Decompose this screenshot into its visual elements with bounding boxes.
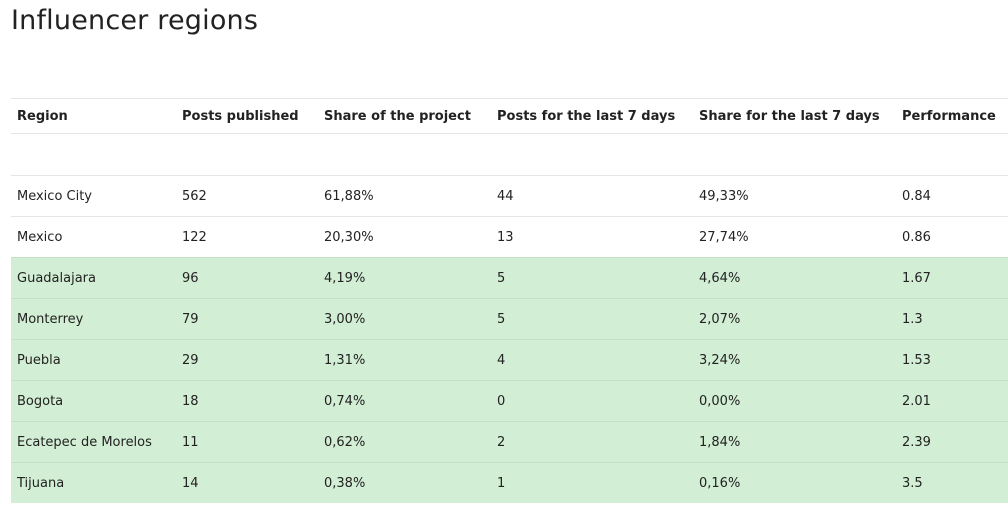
table-row: Mexico 122 20,30% 13 27,74% 0.86 — [11, 216, 1008, 257]
cell-share-of-project: 1,31% — [324, 352, 366, 368]
table-spacer-row — [11, 133, 1008, 175]
cell-performance: 1.67 — [902, 270, 931, 286]
column-header-posts-last-7-days[interactable]: Posts for the last 7 days — [497, 99, 675, 133]
cell-share-last-7-days: 3,24% — [699, 352, 741, 368]
table-row-highlighted: Monterrey 79 3,00% 5 2,07% 1.3 — [11, 298, 1008, 339]
cell-share-last-7-days: 27,74% — [699, 229, 749, 245]
cell-share-last-7-days: 1,84% — [699, 434, 741, 450]
cell-posts-last-7-days: 44 — [497, 188, 514, 204]
cell-performance: 0.84 — [902, 188, 931, 204]
column-header-share-of-project[interactable]: Share of the project — [324, 99, 471, 133]
cell-performance: 1.53 — [902, 352, 931, 368]
cell-posts-published: 29 — [182, 352, 199, 368]
table-row-highlighted: Tijuana 14 0,38% 1 0,16% 3.5 — [11, 462, 1008, 503]
cell-posts-published: 562 — [182, 188, 207, 204]
cell-region: Bogota — [17, 393, 64, 409]
cell-region: Monterrey — [17, 311, 84, 327]
cell-performance: 0.86 — [902, 229, 931, 245]
table-row-highlighted: Puebla 29 1,31% 4 3,24% 1.53 — [11, 339, 1008, 380]
page-title: Influencer regions — [11, 5, 259, 36]
cell-posts-last-7-days: 13 — [497, 229, 514, 245]
cell-share-of-project: 4,19% — [324, 270, 366, 286]
cell-share-of-project: 3,00% — [324, 311, 366, 327]
cell-region: Tijuana — [17, 475, 65, 491]
cell-share-of-project: 61,88% — [324, 188, 374, 204]
cell-posts-last-7-days: 1 — [497, 475, 506, 491]
cell-region: Mexico City — [17, 188, 93, 204]
cell-posts-published: 11 — [182, 434, 199, 450]
table-row-highlighted: Guadalajara 96 4,19% 5 4,64% 1.67 — [11, 257, 1008, 298]
column-header-performance[interactable]: Performance — [902, 99, 996, 133]
cell-posts-last-7-days: 5 — [497, 270, 506, 286]
cell-share-of-project: 0,74% — [324, 393, 366, 409]
cell-share-last-7-days: 4,64% — [699, 270, 741, 286]
cell-region: Mexico — [17, 229, 63, 245]
column-header-posts-published[interactable]: Posts published — [182, 99, 299, 133]
cell-share-last-7-days: 49,33% — [699, 188, 749, 204]
cell-share-last-7-days: 0,00% — [699, 393, 741, 409]
cell-posts-last-7-days: 2 — [497, 434, 506, 450]
cell-posts-published: 18 — [182, 393, 199, 409]
cell-region: Guadalajara — [17, 270, 96, 286]
cell-posts-last-7-days: 0 — [497, 393, 506, 409]
cell-region: Ecatepec de Morelos — [17, 434, 152, 450]
cell-posts-published: 14 — [182, 475, 199, 491]
table-header-row: Region Posts published Share of the proj… — [11, 98, 1008, 133]
cell-performance: 3.5 — [902, 475, 923, 491]
cell-posts-published: 96 — [182, 270, 199, 286]
table-row: Mexico City 562 61,88% 44 49,33% 0.84 — [11, 175, 1008, 216]
cell-performance: 2.01 — [902, 393, 931, 409]
cell-performance: 2.39 — [902, 434, 931, 450]
column-header-region[interactable]: Region — [17, 99, 68, 133]
influencer-regions-table: Region Posts published Share of the proj… — [11, 98, 1008, 503]
cell-share-of-project: 0,38% — [324, 475, 366, 491]
influencer-regions-page: Influencer regions Region Posts publishe… — [0, 0, 1008, 512]
cell-posts-published: 79 — [182, 311, 199, 327]
cell-share-last-7-days: 0,16% — [699, 475, 741, 491]
cell-share-of-project: 0,62% — [324, 434, 366, 450]
table-row-highlighted: Ecatepec de Morelos 11 0,62% 2 1,84% 2.3… — [11, 421, 1008, 462]
cell-share-last-7-days: 2,07% — [699, 311, 741, 327]
table-row-highlighted: Bogota 18 0,74% 0 0,00% 2.01 — [11, 380, 1008, 421]
cell-posts-last-7-days: 4 — [497, 352, 506, 368]
cell-posts-last-7-days: 5 — [497, 311, 506, 327]
cell-share-of-project: 20,30% — [324, 229, 374, 245]
cell-performance: 1.3 — [902, 311, 923, 327]
column-header-share-last-7-days[interactable]: Share for the last 7 days — [699, 99, 880, 133]
cell-region: Puebla — [17, 352, 61, 368]
cell-posts-published: 122 — [182, 229, 207, 245]
